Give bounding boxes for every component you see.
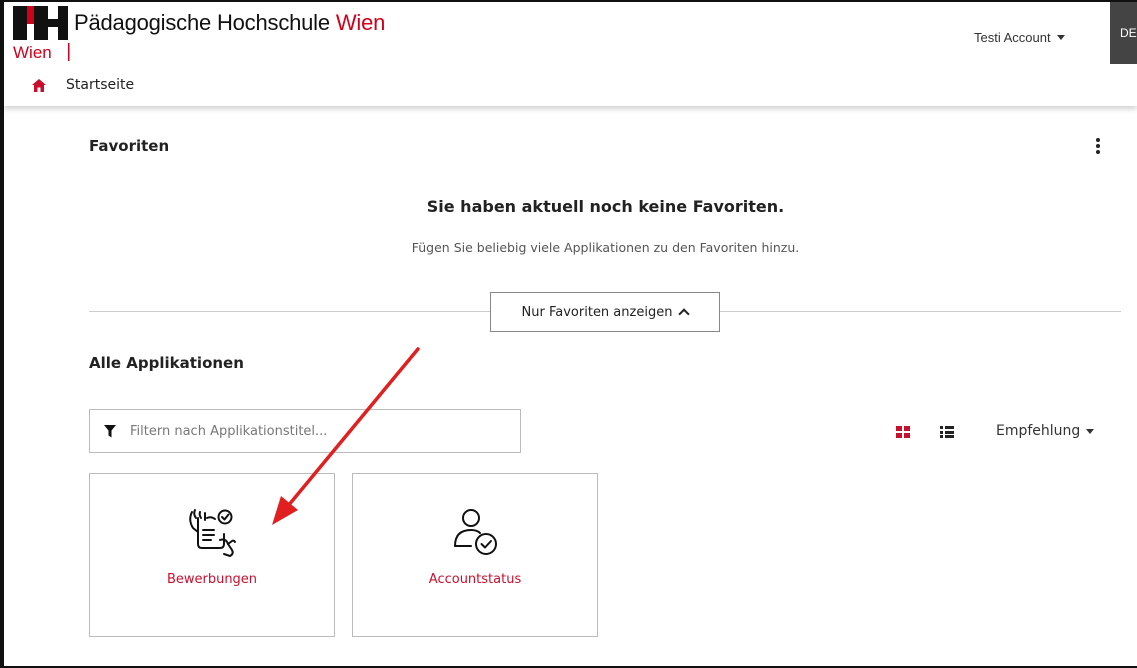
institution-name-main: Pädagogische Hochschule (74, 10, 336, 35)
application-filter (89, 409, 521, 453)
sort-dropdown[interactable]: Empfehlung (996, 423, 1095, 439)
home-icon[interactable] (32, 78, 46, 92)
language-label: DE (1120, 26, 1137, 40)
user-name: Testi Account (974, 30, 1051, 45)
sort-label: Empfehlung (996, 423, 1081, 439)
app-label-bewerbungen: Bewerbungen (166, 572, 258, 587)
grid-view-icon[interactable] (896, 426, 910, 438)
caret-down-icon (1086, 428, 1095, 434)
breadcrumb: Startseite (32, 77, 134, 93)
user-check-icon (454, 509, 497, 555)
favorites-only-toggle[interactable]: Nur Favoriten anzeigen (490, 292, 720, 332)
chevron-up-icon (678, 308, 691, 320)
favorites-only-label: Nur Favoriten anzeigen (521, 304, 673, 320)
institution-name-accent: Wien (335, 10, 386, 35)
filter-input[interactable] (130, 423, 510, 439)
more-options-icon[interactable] (1095, 138, 1101, 154)
app-card-accountstatus[interactable]: Accountstatus (352, 473, 598, 637)
user-menu[interactable]: Testi Account (974, 30, 1065, 45)
applications-title: Alle Applikationen (89, 354, 244, 372)
institution-name: Pädagogische Hochschule Wien (74, 10, 385, 36)
list-view-icon[interactable] (940, 426, 954, 438)
app-card-bewerbungen[interactable]: Bewerbungen (89, 473, 335, 637)
logo-text: Wien (13, 43, 52, 61)
language-switch[interactable]: DE (1110, 2, 1137, 64)
top-header: Wien Pädagogische Hochschule Wien Testi … (4, 2, 1137, 106)
ph-wien-logo[interactable]: Wien (12, 5, 70, 61)
filter-icon (104, 424, 116, 437)
application-hands-icon (189, 509, 236, 557)
caret-down-icon (1056, 35, 1065, 40)
favorites-empty-title: Sie haben aktuell noch keine Favoriten. (426, 197, 785, 216)
favorites-empty-subtitle: Fügen Sie beliebig viele Applikationen z… (411, 240, 800, 255)
app-label-accountstatus: Accountstatus (428, 572, 522, 587)
favorites-title: Favoriten (89, 137, 170, 155)
breadcrumb-startseite[interactable]: Startseite (66, 77, 134, 93)
